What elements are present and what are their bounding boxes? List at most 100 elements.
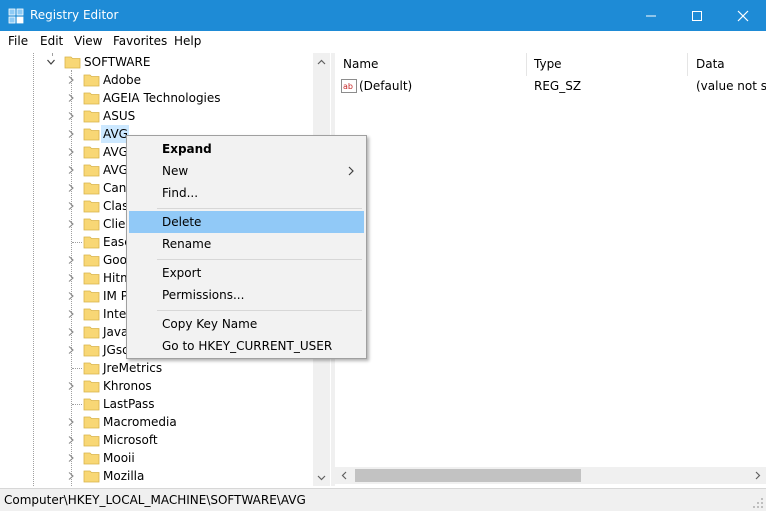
tree-guide-line (72, 368, 82, 369)
scroll-down-button[interactable] (313, 469, 330, 486)
menu-item-label: Export (162, 266, 202, 280)
chevron-right-icon[interactable] (66, 327, 76, 337)
menu-file[interactable]: File (8, 34, 28, 48)
chevron-right-icon[interactable] (66, 255, 76, 265)
registry-editor-icon (8, 8, 24, 24)
column-header-data[interactable]: Data (688, 53, 766, 76)
svg-text:ab: ab (343, 82, 353, 91)
menu-item-label: Permissions... (162, 288, 245, 302)
tree-item[interactable]: Macromedia (0, 413, 320, 431)
folder-icon (83, 344, 100, 357)
menu-favorites[interactable]: Favorites (113, 34, 167, 48)
menu-separator (157, 310, 362, 311)
chevron-right-icon[interactable] (66, 129, 76, 139)
chevron-right-icon[interactable] (66, 201, 76, 211)
menu-item-expand[interactable]: Expand (129, 138, 364, 160)
chevron-right-icon[interactable] (66, 471, 76, 481)
scroll-right-button[interactable] (749, 467, 766, 484)
column-header-name[interactable]: Name (335, 53, 527, 76)
scroll-thumb[interactable] (355, 469, 581, 482)
menu-edit[interactable]: Edit (40, 34, 63, 48)
tree-guide-line (72, 242, 82, 243)
tree-item[interactable]: ASUS (0, 107, 320, 125)
title-bar[interactable]: Registry Editor (0, 0, 766, 31)
chevron-right-icon[interactable] (66, 291, 76, 301)
menu-item-label: Go to HKEY_CURRENT_USER (162, 339, 333, 353)
maximize-button[interactable] (674, 0, 720, 31)
menu-item-new[interactable]: New (129, 160, 364, 182)
chevron-right-icon[interactable] (66, 219, 76, 229)
chevron-up-icon (317, 59, 326, 64)
chevron-left-icon (341, 471, 346, 480)
chevron-down-icon[interactable] (46, 57, 56, 67)
menu-item-find[interactable]: Find... (129, 182, 364, 204)
tree-item-label: Macromedia (103, 415, 177, 429)
menu-item-rename[interactable]: Rename (129, 233, 364, 255)
chevron-right-icon[interactable] (66, 165, 76, 175)
tree-item-label: AVG (103, 145, 128, 159)
menu-item-copy-key-name[interactable]: Copy Key Name (129, 313, 364, 335)
folder-icon (83, 146, 100, 159)
chevron-right-icon (348, 166, 354, 176)
folder-icon (83, 182, 100, 195)
resize-grip-icon[interactable] (752, 497, 764, 509)
tree-item[interactable]: Microsoft (0, 431, 320, 449)
menu-item-label: Find... (162, 186, 199, 200)
string-value-icon: ab (341, 79, 357, 93)
chevron-down-icon (317, 475, 326, 480)
tree-item[interactable]: JreMetrics (0, 359, 320, 377)
menu-help[interactable]: Help (174, 34, 201, 48)
list-row[interactable]: ab (Default) REG_SZ (value not set) (335, 77, 766, 95)
close-button[interactable] (720, 0, 766, 31)
tree-item-label: Mozilla (103, 469, 145, 483)
tree-item[interactable]: AGEIA Technologies (0, 89, 320, 107)
status-bar: Computer\HKEY_LOCAL_MACHINE\SOFTWARE\AVG (0, 488, 766, 511)
values-list-pane[interactable]: Name Type Data ab (Default) REG_SZ (valu… (335, 53, 766, 486)
tree-item[interactable]: Mooii (0, 449, 320, 467)
chevron-right-icon[interactable] (66, 435, 76, 445)
chevron-right-icon[interactable] (66, 309, 76, 319)
tree-item[interactable]: LastPass (0, 395, 320, 413)
tree-item[interactable]: Mozilla (0, 467, 320, 485)
tree-item-label: SOFTWARE (84, 55, 151, 69)
tree-item[interactable]: Adobe (0, 71, 320, 89)
folder-icon (83, 452, 100, 465)
list-horizontal-scrollbar[interactable] (335, 467, 766, 484)
chevron-right-icon[interactable] (66, 75, 76, 85)
chevron-right-icon[interactable] (66, 417, 76, 427)
chevron-right-icon[interactable] (66, 381, 76, 391)
chevron-right-icon (755, 471, 760, 480)
value-name: (Default) (359, 79, 413, 93)
folder-icon (83, 308, 100, 321)
menu-item-delete[interactable]: Delete (129, 211, 364, 233)
folder-icon (83, 272, 100, 285)
chevron-right-icon[interactable] (66, 273, 76, 283)
tree-item[interactable]: Khronos (0, 377, 320, 395)
chevron-right-icon[interactable] (66, 111, 76, 121)
folder-icon (83, 110, 100, 123)
chevron-right-icon[interactable] (66, 345, 76, 355)
menu-view[interactable]: View (74, 34, 102, 48)
menu-item-export[interactable]: Export (129, 262, 364, 284)
folder-icon (83, 398, 100, 411)
menu-separator (157, 208, 362, 209)
scroll-left-button[interactable] (335, 467, 352, 484)
close-icon (737, 10, 749, 21)
chevron-right-icon[interactable] (66, 183, 76, 193)
context-menu: Expand New Find... Delete Rename Export … (126, 135, 367, 359)
menu-item-label: Delete (162, 215, 202, 229)
scroll-up-button[interactable] (313, 53, 330, 70)
chevron-right-icon[interactable] (66, 453, 76, 463)
column-header-type[interactable]: Type (526, 53, 688, 76)
menu-item-go-to-hkcu[interactable]: Go to HKEY_CURRENT_USER (129, 335, 364, 357)
tree-item-label: AGEIA Technologies (103, 91, 221, 105)
status-path: Computer\HKEY_LOCAL_MACHINE\SOFTWARE\AVG (4, 493, 306, 507)
chevron-right-icon[interactable] (66, 93, 76, 103)
folder-icon (83, 236, 100, 249)
minimize-button[interactable] (628, 0, 674, 31)
tree-item-label: AVG (103, 163, 128, 177)
menu-item-permissions[interactable]: Permissions... (129, 284, 364, 306)
tree-item-software[interactable]: SOFTWARE (0, 53, 320, 71)
chevron-right-icon[interactable] (66, 147, 76, 157)
folder-icon (83, 362, 100, 375)
